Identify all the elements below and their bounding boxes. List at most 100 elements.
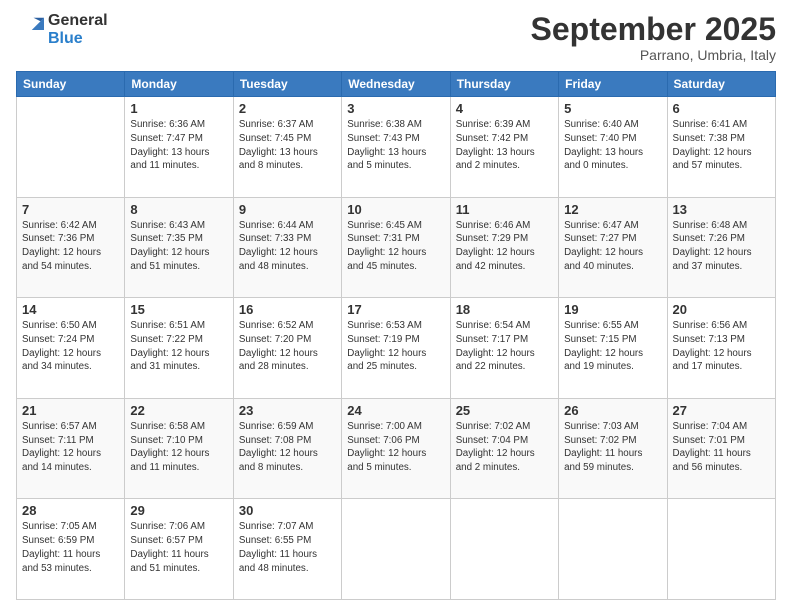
col-friday: Friday [559, 72, 667, 97]
day-number-26: 26 [564, 403, 661, 418]
day-info-20: Sunrise: 6:56 AMSunset: 7:13 PMDaylight:… [673, 319, 770, 374]
cell-4-1: 29 Sunrise: 7:06 AMSunset: 6:57 PMDayligh… [125, 499, 233, 600]
day-info-24: Sunrise: 7:00 AMSunset: 7:06 PMDaylight:… [347, 420, 444, 475]
cell-0-3: 3 Sunrise: 6:38 AMSunset: 7:43 PMDaylight… [342, 97, 450, 198]
cell-3-1: 22Sunrise: 6:58 AMSunset: 7:10 PMDayligh… [125, 398, 233, 499]
day-number-16: 16 [239, 302, 336, 317]
day-info-17: Sunrise: 6:53 AMSunset: 7:19 PMDaylight:… [347, 319, 444, 374]
day-number-6: 6 [673, 101, 770, 116]
day-number-10: 10 [347, 202, 444, 217]
page: General Blue September 2025 Parrano, Umb… [0, 0, 792, 612]
cell-0-0 [17, 97, 125, 198]
cell-2-0: 14Sunrise: 6:50 AMSunset: 7:24 PMDayligh… [17, 298, 125, 399]
logo-text: General Blue [48, 12, 108, 47]
cell-2-3: 17 Sunrise: 6:53 AMSunset: 7:19 PMDayligh… [342, 298, 450, 399]
location-subtitle: Parrano, Umbria, Italy [531, 47, 776, 63]
day-number-24: 24 [347, 403, 444, 418]
col-wednesday: Wednesday [342, 72, 450, 97]
day-info-9: Sunrise: 6:44 AMSunset: 7:33 PMDaylight:… [239, 219, 336, 274]
day-info-7: Sunrise: 6:42 AMSunset: 7:36 PMDaylight:… [22, 219, 119, 274]
cell-3-0: 21Sunrise: 6:57 AMSunset: 7:11 PMDayligh… [17, 398, 125, 499]
cell-0-5: 5 Sunrise: 6:40 AMSunset: 7:40 PMDaylight… [559, 97, 667, 198]
week-row-4: 28Sunrise: 7:05 AMSunset: 6:59 PMDayligh… [17, 499, 776, 600]
week-row-1: 7 Sunrise: 6:42 AMSunset: 7:36 PMDaylight… [17, 197, 776, 298]
day-number-7: 7 [22, 202, 119, 217]
cell-2-1: 15Sunrise: 6:51 AMSunset: 7:22 PMDayligh… [125, 298, 233, 399]
day-number-18: 18 [456, 302, 553, 317]
day-info-29: Sunrise: 7:06 AMSunset: 6:57 PMDaylight:… [130, 520, 227, 575]
day-info-5: Sunrise: 6:40 AMSunset: 7:40 PMDaylight:… [564, 118, 661, 173]
day-info-23: Sunrise: 6:59 AMSunset: 7:08 PMDaylight:… [239, 420, 336, 475]
day-info-2: Sunrise: 6:37 AMSunset: 7:45 PMDaylight:… [239, 118, 336, 173]
week-row-2: 14Sunrise: 6:50 AMSunset: 7:24 PMDayligh… [17, 298, 776, 399]
day-info-25: Sunrise: 7:02 AMSunset: 7:04 PMDaylight:… [456, 420, 553, 475]
day-info-14: Sunrise: 6:50 AMSunset: 7:24 PMDaylight:… [22, 319, 119, 374]
cell-2-5: 19 Sunrise: 6:55 AMSunset: 7:15 PMDayligh… [559, 298, 667, 399]
day-number-13: 13 [673, 202, 770, 217]
cell-0-2: 2 Sunrise: 6:37 AMSunset: 7:45 PMDaylight… [233, 97, 341, 198]
day-info-12: Sunrise: 6:47 AMSunset: 7:27 PMDaylight:… [564, 219, 661, 274]
day-number-2: 2 [239, 101, 336, 116]
day-info-6: Sunrise: 6:41 AMSunset: 7:38 PMDaylight:… [673, 118, 770, 173]
month-title: September 2025 [531, 12, 776, 47]
logo-blue-text: Blue [48, 30, 108, 48]
cell-1-3: 10 Sunrise: 6:45 AMSunset: 7:31 PMDayligh… [342, 197, 450, 298]
day-number-11: 11 [456, 202, 553, 217]
cell-4-3 [342, 499, 450, 600]
day-number-5: 5 [564, 101, 661, 116]
logo-icon [16, 16, 44, 44]
day-info-8: Sunrise: 6:43 AMSunset: 7:35 PMDaylight:… [130, 219, 227, 274]
day-info-21: Sunrise: 6:57 AMSunset: 7:11 PMDaylight:… [22, 420, 119, 475]
title-block: September 2025 Parrano, Umbria, Italy [531, 12, 776, 63]
day-number-28: 28 [22, 503, 119, 518]
header: General Blue September 2025 Parrano, Umb… [16, 12, 776, 63]
day-number-30: 30 [239, 503, 336, 518]
logo-general-text: General [48, 12, 108, 30]
day-number-25: 25 [456, 403, 553, 418]
cell-1-5: 12Sunrise: 6:47 AMSunset: 7:27 PMDayligh… [559, 197, 667, 298]
cell-3-2: 23 Sunrise: 6:59 AMSunset: 7:08 PMDayligh… [233, 398, 341, 499]
col-thursday: Thursday [450, 72, 558, 97]
day-number-3: 3 [347, 101, 444, 116]
day-number-17: 17 [347, 302, 444, 317]
day-info-11: Sunrise: 6:46 AMSunset: 7:29 PMDaylight:… [456, 219, 553, 274]
cell-1-1: 8 Sunrise: 6:43 AMSunset: 7:35 PMDaylight… [125, 197, 233, 298]
day-info-26: Sunrise: 7:03 AMSunset: 7:02 PMDaylight:… [564, 420, 661, 475]
day-number-20: 20 [673, 302, 770, 317]
day-info-16: Sunrise: 6:52 AMSunset: 7:20 PMDaylight:… [239, 319, 336, 374]
cell-3-4: 25 Sunrise: 7:02 AMSunset: 7:04 PMDayligh… [450, 398, 558, 499]
day-number-9: 9 [239, 202, 336, 217]
day-number-19: 19 [564, 302, 661, 317]
col-sunday: Sunday [17, 72, 125, 97]
cell-1-4: 11 Sunrise: 6:46 AMSunset: 7:29 PMDayligh… [450, 197, 558, 298]
logo: General Blue [16, 12, 108, 47]
header-row: Sunday Monday Tuesday Wednesday Thursday… [17, 72, 776, 97]
cell-1-2: 9 Sunrise: 6:44 AMSunset: 7:33 PMDaylight… [233, 197, 341, 298]
day-number-23: 23 [239, 403, 336, 418]
cell-0-6: 6 Sunrise: 6:41 AMSunset: 7:38 PMDaylight… [667, 97, 775, 198]
day-info-19: Sunrise: 6:55 AMSunset: 7:15 PMDaylight:… [564, 319, 661, 374]
cell-4-4 [450, 499, 558, 600]
day-info-10: Sunrise: 6:45 AMSunset: 7:31 PMDaylight:… [347, 219, 444, 274]
day-info-15: Sunrise: 6:51 AMSunset: 7:22 PMDaylight:… [130, 319, 227, 374]
cell-3-3: 24 Sunrise: 7:00 AMSunset: 7:06 PMDayligh… [342, 398, 450, 499]
day-info-27: Sunrise: 7:04 AMSunset: 7:01 PMDaylight:… [673, 420, 770, 475]
day-info-18: Sunrise: 6:54 AMSunset: 7:17 PMDaylight:… [456, 319, 553, 374]
week-row-0: 1 Sunrise: 6:36 AMSunset: 7:47 PMDaylight… [17, 97, 776, 198]
day-number-27: 27 [673, 403, 770, 418]
cell-4-6 [667, 499, 775, 600]
cell-3-5: 26 Sunrise: 7:03 AMSunset: 7:02 PMDayligh… [559, 398, 667, 499]
cell-0-1: 1 Sunrise: 6:36 AMSunset: 7:47 PMDaylight… [125, 97, 233, 198]
day-number-29: 29 [130, 503, 227, 518]
cell-2-6: 20 Sunrise: 6:56 AMSunset: 7:13 PMDayligh… [667, 298, 775, 399]
day-number-1: 1 [130, 101, 227, 116]
cell-4-0: 28Sunrise: 7:05 AMSunset: 6:59 PMDayligh… [17, 499, 125, 600]
week-row-3: 21Sunrise: 6:57 AMSunset: 7:11 PMDayligh… [17, 398, 776, 499]
day-number-8: 8 [130, 202, 227, 217]
cell-1-6: 13Sunrise: 6:48 AMSunset: 7:26 PMDayligh… [667, 197, 775, 298]
cell-2-4: 18 Sunrise: 6:54 AMSunset: 7:17 PMDayligh… [450, 298, 558, 399]
day-info-3: Sunrise: 6:38 AMSunset: 7:43 PMDaylight:… [347, 118, 444, 173]
cell-4-2: 30Sunrise: 7:07 AMSunset: 6:55 PMDayligh… [233, 499, 341, 600]
col-tuesday: Tuesday [233, 72, 341, 97]
day-info-1: Sunrise: 6:36 AMSunset: 7:47 PMDaylight:… [130, 118, 227, 173]
